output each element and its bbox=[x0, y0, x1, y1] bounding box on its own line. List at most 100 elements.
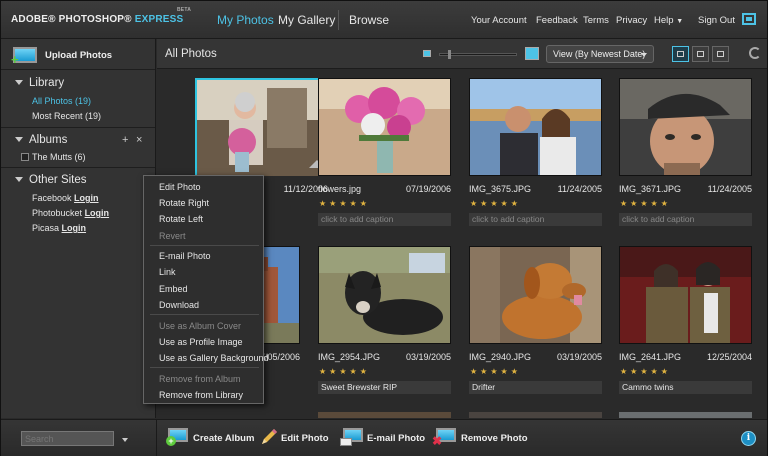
close-icon[interactable]: × bbox=[136, 134, 142, 146]
photo-thumbnail-partial[interactable] bbox=[469, 412, 602, 418]
menu-item-download[interactable]: Download bbox=[159, 300, 199, 310]
photo-thumbnail[interactable] bbox=[195, 78, 328, 176]
zoom-out-icon[interactable] bbox=[423, 50, 431, 57]
link-terms[interactable]: Terms bbox=[583, 15, 609, 26]
picasa-login-link[interactable]: Login bbox=[62, 223, 87, 233]
rating-stars[interactable]: ★★★★★ bbox=[470, 199, 521, 208]
info-icon[interactable]: i bbox=[741, 431, 756, 446]
link-privacy[interactable]: Privacy bbox=[616, 15, 647, 26]
nav-my-gallery[interactable]: My Gallery bbox=[278, 13, 335, 27]
photo-thumbnail[interactable] bbox=[619, 246, 752, 344]
photo-thumbnail-partial[interactable] bbox=[318, 412, 451, 418]
site-name: Picasa bbox=[32, 223, 60, 233]
remove-photo-icon: ✖ bbox=[432, 428, 456, 447]
slider-handle[interactable] bbox=[448, 50, 451, 59]
chevron-down-icon: ▼ bbox=[676, 18, 684, 25]
link-sign-out[interactable]: Sign Out bbox=[698, 15, 735, 26]
menu-item-use-as-profile-image[interactable]: Use as Profile Image bbox=[159, 337, 243, 347]
logo-beta: BETA bbox=[177, 7, 192, 13]
edit-photo-button[interactable]: Edit Photo bbox=[259, 428, 329, 450]
menu-item-email-photo[interactable]: E-mail Photo bbox=[159, 251, 211, 261]
view-grid-button[interactable] bbox=[692, 46, 709, 62]
rating-stars[interactable]: ★★★★★ bbox=[319, 367, 370, 376]
photobucket-login-link[interactable]: Login bbox=[85, 208, 110, 218]
library-header[interactable]: Library bbox=[15, 77, 64, 89]
sidebar-divider bbox=[1, 69, 155, 70]
add-album-icon[interactable]: + bbox=[122, 134, 128, 146]
view-sort-select[interactable]: View (By Newest Date) bbox=[546, 45, 654, 63]
photo-tile[interactable]: IMG_2641.JPG 12/25/2004 ★★★★★ Cammo twin… bbox=[619, 246, 752, 416]
photo-tile[interactable]: flowers.jpg 07/19/2006 ★★★★★ click to ad… bbox=[318, 78, 451, 248]
menu-item-rotate-right[interactable]: Rotate Right bbox=[159, 198, 209, 208]
site-name: Facebook bbox=[32, 193, 72, 203]
view-single-button[interactable] bbox=[672, 46, 689, 62]
chevron-down-icon[interactable] bbox=[122, 438, 128, 442]
sidebar-item-most-recent[interactable]: Most Recent (19) bbox=[32, 111, 101, 121]
thumbnail-size-slider[interactable] bbox=[439, 50, 517, 59]
rating-stars[interactable]: ★★★★★ bbox=[470, 367, 521, 376]
menu-item-embed[interactable]: Embed bbox=[159, 284, 188, 294]
caption-field[interactable]: click to add caption bbox=[318, 213, 451, 226]
album-checkbox[interactable] bbox=[21, 153, 29, 161]
rating-stars[interactable]: ★★★★★ bbox=[620, 367, 671, 376]
albums-header[interactable]: Albums bbox=[15, 134, 67, 146]
photo-thumbnail-partial[interactable] bbox=[619, 412, 752, 418]
fullscreen-icon[interactable] bbox=[742, 13, 756, 25]
photo-black-dog bbox=[319, 247, 450, 343]
photo-thumbnail[interactable] bbox=[318, 246, 451, 344]
menu-divider bbox=[150, 367, 259, 368]
sidebar: + Upload Photos Library All Photos (19) … bbox=[1, 39, 156, 418]
menu-item-use-as-gallery-background[interactable]: Use as Gallery Background bbox=[159, 353, 269, 363]
top-bar: ADOBE® PHOTOSHOP® EXPRESS BETA My Photos… bbox=[1, 1, 767, 39]
remove-photo-button[interactable]: ✖ Remove Photo bbox=[432, 428, 528, 450]
menu-item-remove-from-library[interactable]: Remove from Library bbox=[159, 390, 243, 400]
app-logo[interactable]: ADOBE® PHOTOSHOP® EXPRESS BETA bbox=[11, 7, 191, 25]
search-input[interactable] bbox=[21, 431, 114, 446]
caption-field[interactable]: Sweet Brewster RIP bbox=[318, 381, 451, 394]
collapse-triangle-icon bbox=[15, 80, 23, 86]
photo-tile[interactable]: IMG_2954.JPG 03/19/2005 ★★★★★ Sweet Brew… bbox=[318, 246, 451, 416]
caption-field[interactable]: click to add caption bbox=[469, 213, 602, 226]
caption-field[interactable]: Drifter bbox=[469, 381, 602, 394]
chevron-down-icon bbox=[641, 53, 647, 57]
sidebar-item-all-photos[interactable]: All Photos (19) bbox=[32, 96, 91, 106]
sidebar-item-the-mutts[interactable]: The Mutts (6) bbox=[21, 152, 86, 162]
link-feedback[interactable]: Feedback bbox=[536, 15, 578, 26]
link-help[interactable]: Help ▼ bbox=[654, 15, 683, 26]
create-album-button[interactable]: + Create Album bbox=[166, 428, 254, 450]
menu-item-edit-photo[interactable]: Edit Photo bbox=[159, 182, 201, 192]
zoom-in-icon[interactable] bbox=[525, 47, 539, 60]
photo-thumbnail[interactable] bbox=[619, 78, 752, 176]
rating-stars[interactable]: ★★★★★ bbox=[319, 199, 370, 208]
photo-couple bbox=[470, 79, 601, 175]
edit-photo-label: Edit Photo bbox=[281, 433, 329, 444]
sidebar-divider bbox=[1, 127, 155, 128]
caption-field[interactable]: Cammo twins bbox=[619, 381, 752, 394]
grid-view-icon bbox=[697, 51, 704, 57]
link-your-account[interactable]: Your Account bbox=[471, 15, 527, 26]
menu-item-link[interactable]: Link bbox=[159, 267, 176, 277]
email-photo-button[interactable]: E-mail Photo bbox=[340, 428, 425, 450]
photo-date: 11/24/2005 bbox=[707, 184, 752, 194]
photo-filename: IMG_3675.JPG bbox=[469, 184, 532, 194]
photo-tile[interactable]: IMG_3671.JPG 11/24/2005 ★★★★★ click to a… bbox=[619, 78, 752, 248]
facebook-login-link[interactable]: Login bbox=[74, 193, 99, 203]
photo-thumbnail[interactable] bbox=[469, 246, 602, 344]
nav-my-photos[interactable]: My Photos bbox=[217, 13, 274, 27]
photo-tile[interactable]: IMG_2940.JPG 03/19/2005 ★★★★★ Drifter bbox=[469, 246, 602, 416]
photo-filename: IMG_2641.JPG bbox=[619, 352, 682, 362]
caption-field[interactable]: click to add caption bbox=[619, 213, 752, 226]
menu-item-rotate-left[interactable]: Rotate Left bbox=[159, 214, 203, 224]
photo-thumbnail[interactable] bbox=[469, 78, 602, 176]
photo-thumbnail[interactable] bbox=[318, 78, 451, 176]
photo-date: 03/19/2005 bbox=[556, 352, 602, 362]
photo-filename: IMG_3671.JPG bbox=[619, 184, 682, 194]
other-sites-header[interactable]: Other Sites bbox=[15, 174, 87, 186]
view-list-button[interactable] bbox=[712, 46, 729, 62]
refresh-icon[interactable] bbox=[749, 47, 761, 59]
photo-tile[interactable]: IMG_3675.JPG 11/24/2005 ★★★★★ click to a… bbox=[469, 78, 602, 248]
upload-photos-button[interactable]: + Upload Photos bbox=[11, 45, 153, 67]
nav-browse[interactable]: Browse bbox=[349, 13, 389, 27]
rating-stars[interactable]: ★★★★★ bbox=[620, 199, 671, 208]
envelope-icon bbox=[340, 438, 352, 446]
